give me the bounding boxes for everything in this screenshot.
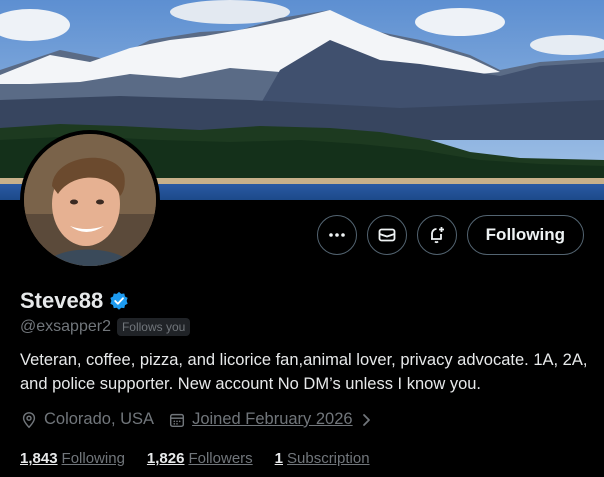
- profile-stats: 1,843 Following 1,826 Followers 1 Subscr…: [20, 450, 370, 467]
- following-button[interactable]: Following: [466, 215, 584, 255]
- followers-stat[interactable]: 1,826 Followers: [147, 450, 253, 467]
- subscription-stat[interactable]: 1 Subscription: [275, 450, 370, 467]
- subscription-count[interactable]: 1: [275, 450, 283, 467]
- location-text: Colorado, USA: [44, 410, 155, 428]
- chevron-right-icon[interactable]: [359, 413, 373, 427]
- profile-avatar[interactable]: [20, 130, 160, 270]
- calendar-icon: [170, 413, 185, 427]
- followers-count[interactable]: 1,826: [147, 450, 185, 467]
- following-count[interactable]: 1,843: [20, 450, 58, 467]
- location-pin-icon: [22, 411, 36, 428]
- avatar-photo: [24, 134, 156, 266]
- verified-badge-icon[interactable]: [109, 291, 129, 311]
- message-button[interactable]: [366, 215, 407, 255]
- location-item: Colorado, USA: [20, 410, 154, 429]
- envelope-icon: [378, 228, 396, 242]
- joined-date[interactable]: Joined February 2026: [192, 410, 353, 429]
- handle-row: @exsapper2 Follows you: [20, 318, 191, 336]
- user-handle: @exsapper2: [20, 318, 111, 335]
- profile-meta: Colorado, USA Joined February 2026: [20, 410, 373, 429]
- subscription-label[interactable]: Subscription: [287, 450, 370, 467]
- name-row: Steve88: [20, 288, 129, 314]
- more-dots-icon: [328, 233, 345, 237]
- following-label[interactable]: Following: [62, 450, 125, 467]
- following-stat[interactable]: 1,843 Following: [20, 450, 125, 467]
- profile-bio: Veteran, coffee, pizza, and licorice fan…: [20, 351, 588, 393]
- bell-plus-icon: [430, 227, 444, 244]
- display-name: Steve88: [20, 288, 104, 313]
- followers-label[interactable]: Followers: [188, 450, 252, 467]
- follows-you-badge: Follows you: [116, 318, 191, 336]
- joined-item[interactable]: Joined February 2026: [168, 410, 373, 429]
- more-button[interactable]: [316, 215, 357, 255]
- notify-button[interactable]: [416, 215, 457, 255]
- profile-actions: Following: [316, 215, 584, 255]
